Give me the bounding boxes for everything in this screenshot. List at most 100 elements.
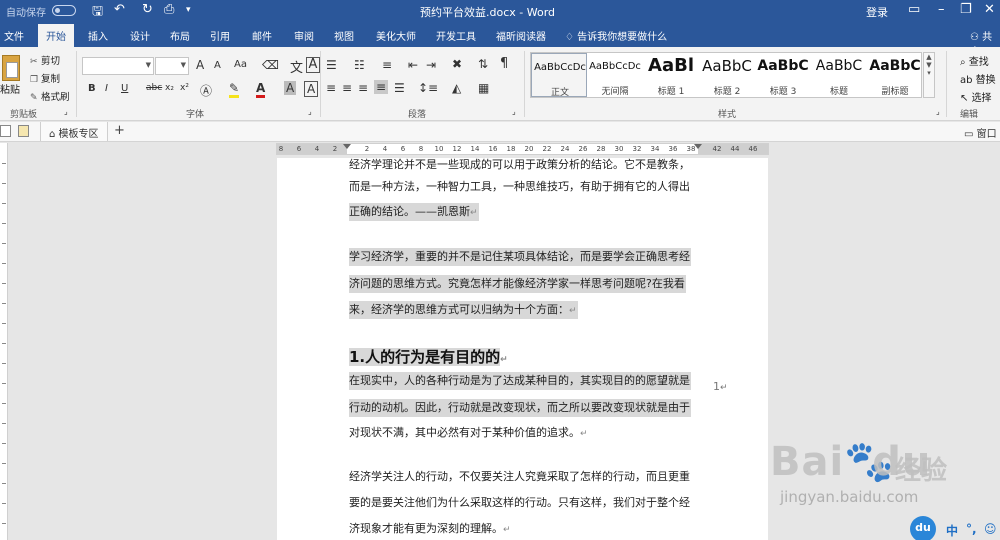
ime-settings-icon[interactable]: ☺ — [984, 522, 997, 536]
increase-indent-icon[interactable]: ⇥ — [426, 58, 436, 72]
save-icon[interactable]: 🖫 — [92, 2, 103, 24]
justify-icon[interactable]: ≡ — [374, 80, 389, 94]
minimize-icon[interactable]: – — [938, 2, 945, 17]
tab-beautify[interactable]: 美化大师 — [376, 28, 416, 43]
folder-icon[interactable] — [18, 125, 29, 137]
align-left-icon[interactable]: ≡ — [326, 81, 336, 95]
paragraph-launcher-icon[interactable]: ⌟ — [512, 107, 516, 116]
tab-mailings[interactable]: 邮件 — [252, 28, 272, 43]
shrink-font-button[interactable]: A — [214, 60, 221, 71]
superscript-button[interactable]: x² — [180, 83, 189, 93]
style-no-spacing[interactable]: AaBbCcDc 无间隔 — [587, 53, 643, 97]
customize-qat-icon[interactable]: ▾ — [186, 5, 191, 15]
find-button[interactable]: ⌕ 查找 — [960, 53, 989, 68]
bullets-icon[interactable]: ☰ — [326, 58, 337, 72]
style-heading-3[interactable]: AaBbC 标题 3 — [755, 53, 811, 97]
font-color-icon[interactable]: A — [256, 81, 266, 98]
style-subtitle[interactable]: AaBbC 副标题 — [867, 53, 923, 97]
cut-button[interactable]: ✂ 剪切 — [30, 53, 60, 67]
numbering-icon[interactable]: ☷ — [354, 58, 365, 72]
right-indent-handle[interactable] — [694, 144, 702, 149]
highlight-icon[interactable]: ✎ — [229, 81, 240, 98]
login-link[interactable]: 登录 — [866, 4, 888, 20]
font-launcher-icon[interactable]: ⌟ — [308, 107, 312, 116]
borders-icon[interactable]: ▦ — [478, 81, 489, 95]
style-title[interactable]: AaBbC 标题 — [811, 53, 867, 97]
tab-developer[interactable]: 开发工具 — [436, 28, 476, 43]
select-button[interactable]: ↖ 选择 — [960, 89, 992, 104]
tab-foxit[interactable]: 福昕阅读器 — [496, 28, 546, 43]
tab-view[interactable]: 视图 — [334, 28, 354, 43]
ruler-tick: 16 — [488, 145, 498, 153]
tab-references[interactable]: 引用 — [210, 28, 230, 43]
font-name-input[interactable]: ▼ — [82, 57, 154, 75]
paste-icon[interactable] — [2, 55, 20, 81]
align-center-icon[interactable]: ≡ — [342, 81, 352, 95]
text-effects-icon[interactable]: Ⓐ — [200, 82, 212, 99]
underline-button[interactable]: U — [121, 83, 128, 94]
ruler-tick: 4 — [314, 145, 320, 153]
sort-icon[interactable]: ⇅ — [478, 57, 488, 71]
styles-scroll[interactable]: ▲ ▼ ▾ — [923, 52, 935, 98]
tab-insert[interactable]: 插入 — [88, 28, 108, 43]
ruler-tick — [2, 463, 6, 464]
ime-chinese-icon[interactable]: 中 — [946, 522, 958, 539]
first-line-indent-handle[interactable] — [343, 144, 351, 149]
font-size-input[interactable]: ▼ — [155, 57, 189, 75]
copy-button[interactable]: ❐ 复制 — [30, 71, 60, 85]
add-tab-button[interactable]: + — [114, 123, 125, 138]
vertical-ruler[interactable] — [0, 143, 8, 540]
bold-button[interactable]: B — [88, 83, 96, 94]
multilevel-list-icon[interactable]: ≡ — [382, 58, 392, 72]
new-doc-icon[interactable] — [0, 125, 11, 137]
distribute-icon[interactable]: ☰ — [394, 81, 405, 95]
tab-design[interactable]: 设计 — [130, 28, 150, 43]
title-bar: 自动保存 🖫 ↶ ↻ ⎙ ▾ 预约平台效益.docx - Word 登录 ▭ –… — [0, 0, 1000, 22]
tab-layout[interactable]: 布局 — [170, 28, 190, 43]
style-preview: AaBbC — [869, 58, 921, 74]
maximize-icon[interactable]: ❐ — [960, 2, 972, 17]
close-icon[interactable]: ✕ — [984, 2, 995, 17]
ribbon-display-icon[interactable]: ▭ — [908, 2, 920, 17]
strikethrough-button[interactable]: abc — [146, 83, 162, 93]
paste-button[interactable]: 粘贴 — [0, 81, 20, 96]
align-right-icon[interactable]: ≡ — [358, 81, 368, 95]
chinese-layout-icon[interactable]: ✖ — [452, 57, 462, 71]
shading-icon[interactable]: ◭ — [452, 81, 461, 95]
char-shading-icon[interactable]: A — [284, 81, 297, 95]
redo-icon[interactable]: ↻ — [142, 2, 153, 17]
horizontal-ruler[interactable]: 8 6 4 2 2 4 6 8 10 12 14 16 18 20 22 24 … — [276, 143, 769, 155]
line-spacing-icon[interactable]: ↕≡ — [418, 81, 438, 95]
subscript-button[interactable]: x₂ — [165, 83, 174, 93]
style-heading-2[interactable]: AaBbC 标题 2 — [699, 53, 755, 97]
tab-review[interactable]: 审阅 — [294, 28, 314, 43]
replace-button[interactable]: ab 替换 — [960, 71, 996, 86]
grow-font-button[interactable]: A — [196, 58, 204, 72]
baidu-du-icon[interactable]: du — [910, 516, 936, 540]
print-preview-icon[interactable]: ⎙ — [164, 2, 174, 17]
italic-button[interactable]: I — [105, 83, 108, 94]
styles-launcher-icon[interactable]: ⌟ — [936, 107, 940, 116]
ruler-tick: 44 — [730, 145, 740, 153]
autosave-toggle[interactable] — [52, 5, 76, 16]
ime-punct-icon[interactable]: °, — [966, 522, 977, 536]
decrease-indent-icon[interactable]: ⇤ — [408, 58, 418, 72]
format-painter-button[interactable]: ✎ 格式刷 — [30, 89, 70, 103]
tab-file[interactable]: 文件 — [4, 28, 24, 43]
show-marks-icon[interactable]: ¶ — [500, 56, 508, 71]
tab-home[interactable]: 开始 — [38, 24, 74, 47]
style-heading-1[interactable]: AaBl 标题 1 — [643, 53, 699, 97]
undo-icon[interactable]: ↶ — [114, 2, 125, 17]
char-border-icon[interactable]: A — [304, 81, 319, 97]
phonetic-guide-icon[interactable]: 文 — [290, 57, 303, 76]
tab-template-zone[interactable]: ⌂ 模板专区 — [40, 122, 108, 141]
change-case-button[interactable]: Aa — [234, 59, 247, 70]
document-page[interactable]: 经济学理论并不是一些现成的可以用于政策分析的结论。它不是教条， 而是一种方法，一… — [277, 158, 768, 540]
window-button[interactable]: ▭ 窗口 — [964, 125, 997, 140]
page-number: 1↵ — [713, 380, 728, 393]
clear-format-icon[interactable]: ⌫ — [262, 58, 279, 72]
clipboard-launcher-icon[interactable]: ⌟ — [64, 107, 68, 116]
tell-me-box[interactable]: ♢ 告诉我你想要做什么 — [565, 28, 667, 43]
style-normal[interactable]: AaBbCcDc 正文 — [531, 53, 587, 98]
enclose-char-icon[interactable]: A — [306, 57, 320, 73]
